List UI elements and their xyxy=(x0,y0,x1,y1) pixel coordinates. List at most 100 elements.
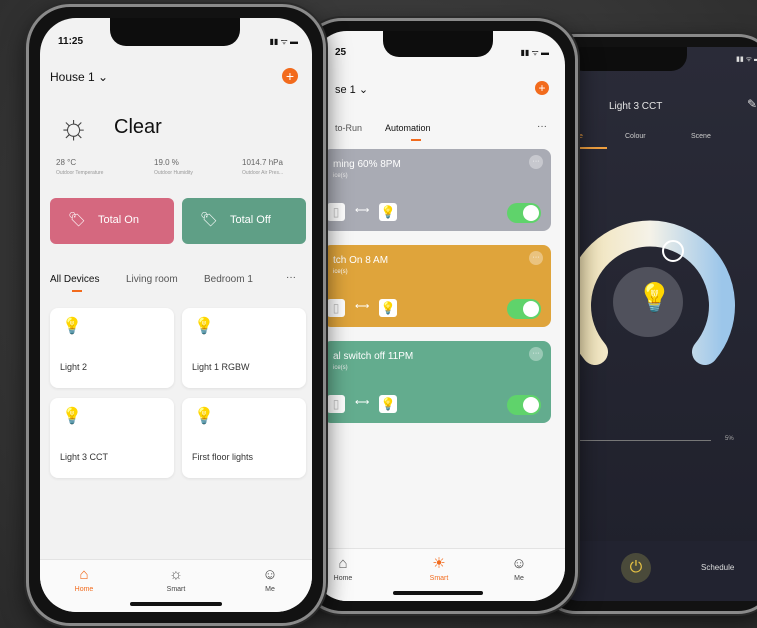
bulb-icon: 💡 xyxy=(379,299,397,317)
tab-home[interactable]: ⌂ Home xyxy=(54,566,114,593)
bulb-icon: 💡 xyxy=(194,408,214,425)
tab-home-label: Home xyxy=(333,575,353,582)
home-selector[interactable]: se 1 ⌄ xyxy=(335,83,368,96)
scene-subtitle: ice(s) xyxy=(333,173,348,179)
room-tab-living-room[interactable]: Living room xyxy=(126,274,178,285)
tab-smart[interactable]: ☼ Smart xyxy=(146,566,206,593)
device-icon: ▯ xyxy=(327,299,345,317)
total-on-button[interactable]: 🏷 Total On xyxy=(50,198,174,244)
room-more-menu[interactable]: ··· xyxy=(286,272,296,283)
tag-icon: 🏷 xyxy=(200,211,218,227)
scene-title: al switch off 11PM xyxy=(333,351,414,362)
scene-more-icon[interactable]: ··· xyxy=(529,347,543,361)
device-card[interactable]: 💡 Light 1 RGBW xyxy=(182,308,306,388)
home-icon: ⌂ xyxy=(79,566,89,583)
tab-me[interactable]: ☺ Me xyxy=(489,555,549,582)
tab-smart[interactable]: ☀ Smart xyxy=(409,555,469,582)
bulb-icon: 💡 xyxy=(379,395,397,413)
status-icons: ▮▮ ᯤ ▬ xyxy=(520,48,549,57)
scene-more-icon[interactable]: ··· xyxy=(529,251,543,265)
bulb-icon: 💡 xyxy=(62,408,82,425)
bulb-icon: 💡 xyxy=(194,318,214,335)
tab-indicator xyxy=(411,139,421,141)
tab-me-label: Me xyxy=(265,586,275,593)
room-tab-bedroom[interactable]: Bedroom 1 xyxy=(204,274,253,285)
notch xyxy=(567,47,687,71)
sun-icon: ☼ xyxy=(169,566,183,583)
phone-smart-automation: 25 ▮▮ ᯤ ▬ se 1 ⌄ + to-Run Automation ···… xyxy=(300,18,578,614)
side-button xyxy=(26,177,29,211)
device-name: Light 2 xyxy=(60,362,88,372)
status-time: 11:25 xyxy=(58,36,84,47)
home-screen: 11:25 ▮▮ ᯤ ▬ House 1 ⌄ + ☼ Clear 28 °C O… xyxy=(40,18,312,612)
tab-scene[interactable]: Scene xyxy=(691,133,711,140)
sun-icon: ☀ xyxy=(432,555,446,572)
automation-list: ming 60% 8PM ice(s) ··· ▯ ⟷ 💡 tch On 8 A… xyxy=(323,149,551,449)
arrow-icon: ⟷ xyxy=(355,397,370,408)
power-icon[interactable]: ⏻ xyxy=(621,553,651,583)
tab-me[interactable]: ☺ Me xyxy=(240,566,300,593)
scene-card[interactable]: al switch off 11PM ice(s) ··· ▯ ⟷ 💡 xyxy=(323,341,551,423)
schedule-button[interactable]: Schedule xyxy=(701,563,734,572)
user-icon: ☺ xyxy=(262,566,278,583)
device-icon: ▯ xyxy=(327,395,345,413)
room-tab-all-devices[interactable]: All Devices xyxy=(50,274,99,285)
home-indicator xyxy=(130,602,222,606)
total-off-label: Total Off xyxy=(230,214,271,226)
stat-temperature-value: 28 °C xyxy=(56,158,77,167)
notch xyxy=(110,18,240,46)
add-icon[interactable]: + xyxy=(282,68,298,84)
home-selector[interactable]: House 1 ⌄ xyxy=(50,70,108,84)
tab-me-label: Me xyxy=(514,575,524,582)
tab-tap-to-run[interactable]: to-Run xyxy=(335,123,362,133)
scene-title: ming 60% 8PM xyxy=(333,159,401,170)
bulb-power-disc[interactable]: 💡 xyxy=(613,267,683,337)
tab-automation[interactable]: Automation xyxy=(385,123,431,133)
scene-title: tch On 8 AM xyxy=(333,255,389,266)
weather-condition: Clear xyxy=(114,116,162,138)
device-icon: ▯ xyxy=(327,203,345,221)
stat-pressure-value: 1014.7 hPa xyxy=(242,158,283,167)
bulb-icon: 💡 xyxy=(637,282,672,313)
total-off-button[interactable]: 🏷 Total Off xyxy=(182,198,306,244)
home-indicator xyxy=(393,591,483,595)
scene-toggle[interactable] xyxy=(507,299,541,319)
light-control-screen: ▮▮ ᯤ ▬ Light 3 CCT ✎ e Colour Scene 💡 5%… xyxy=(551,47,757,601)
user-icon: ☺ xyxy=(511,555,527,572)
scene-subtitle: ice(s) xyxy=(333,365,348,371)
device-card[interactable]: 💡 Light 3 CCT xyxy=(50,398,174,478)
scene-toggle[interactable] xyxy=(507,395,541,415)
add-icon[interactable]: + xyxy=(535,81,549,95)
tab-smart-label: Smart xyxy=(429,575,449,582)
smart-screen: 25 ▮▮ ᯤ ▬ se 1 ⌄ + to-Run Automation ···… xyxy=(313,31,565,601)
device-name: First floor lights xyxy=(192,452,254,462)
edit-icon[interactable]: ✎ xyxy=(747,97,757,111)
sun-icon: ☼ xyxy=(58,108,90,146)
room-tab-indicator xyxy=(72,290,82,292)
notch xyxy=(383,31,493,57)
stat-temperature-label: Outdoor Temperature xyxy=(56,170,104,176)
stat-humidity-value: 19.0 % xyxy=(154,158,179,167)
scene-toggle[interactable] xyxy=(507,203,541,223)
brightness-slider[interactable] xyxy=(571,440,711,441)
tab-colour[interactable]: Colour xyxy=(625,133,646,140)
arrow-icon: ⟷ xyxy=(355,301,370,312)
bottom-bar: ⏻ Schedule xyxy=(551,541,757,601)
device-card[interactable]: 💡 Light 2 xyxy=(50,308,174,388)
device-name: Light 3 CCT xyxy=(60,452,109,462)
scene-card[interactable]: ming 60% 8PM ice(s) ··· ▯ ⟷ 💡 xyxy=(323,149,551,231)
more-menu[interactable]: ··· xyxy=(537,121,547,132)
device-card[interactable]: 💡 First floor lights xyxy=(182,398,306,478)
device-name: Light 1 RGBW xyxy=(192,362,250,372)
status-icons: ▮▮ ᯤ ▬ xyxy=(269,37,298,46)
tab-white[interactable]: e xyxy=(579,133,583,140)
brightness-value: 5% xyxy=(725,436,734,442)
scene-subtitle: ice(s) xyxy=(333,269,348,275)
status-icons: ▮▮ ᯤ ▬ xyxy=(736,56,757,63)
total-on-label: Total On xyxy=(98,214,139,226)
phone-home: 11:25 ▮▮ ᯤ ▬ House 1 ⌄ + ☼ Clear 28 °C O… xyxy=(26,4,326,626)
scene-card[interactable]: tch On 8 AM ice(s) ··· ▯ ⟷ 💡 xyxy=(323,245,551,327)
bulb-icon: 💡 xyxy=(62,318,82,335)
scene-more-icon[interactable]: ··· xyxy=(529,155,543,169)
status-time: 25 xyxy=(335,47,347,58)
